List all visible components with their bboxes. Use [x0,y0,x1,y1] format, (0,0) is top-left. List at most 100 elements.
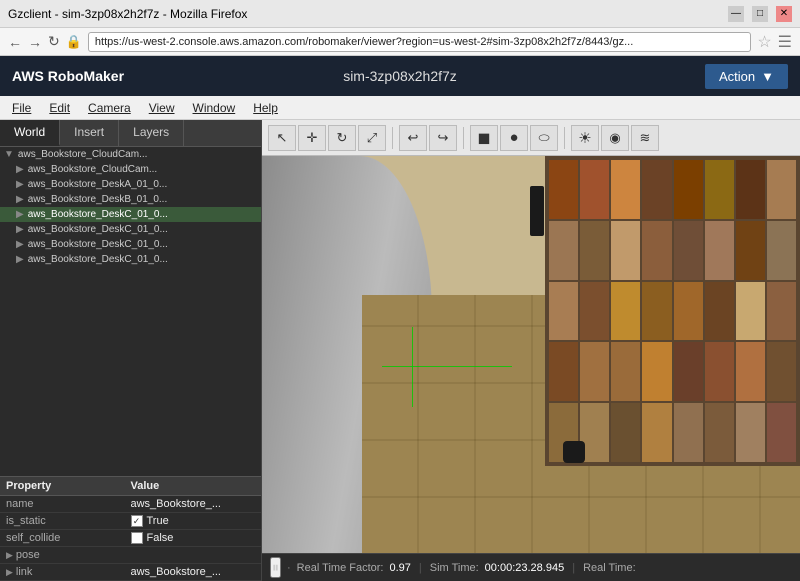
book [705,221,734,280]
x-axis-line [382,366,512,367]
rotate-tool-button[interactable]: ↻ [328,125,356,151]
separator-1 [392,127,393,149]
cube-button[interactable]: ◼ [470,125,498,151]
list-item[interactable]: ▶ aws_Bookstore_DeskC_01_0... [0,237,261,252]
book [580,282,609,341]
book [580,342,609,401]
book [642,160,671,219]
book [705,160,734,219]
book [736,403,765,462]
book [674,221,703,280]
book [642,403,671,462]
bookshelf-grid [545,156,800,466]
scene-tree: ▼ aws_Bookstore_CloudCam... ▶ aws_Bookst… [0,147,261,476]
sim-time-value: 00:00:23.28.945 [485,562,565,574]
menu-window[interactable]: Window [185,99,244,117]
back-button[interactable]: ← [8,34,22,50]
refresh-button[interactable]: ↻ [48,33,60,50]
checkbox-is-static[interactable]: ✓ [131,515,143,527]
book [580,221,609,280]
close-button[interactable]: ✕ [776,6,792,22]
menu-view[interactable]: View [141,99,183,117]
menu-help[interactable]: Help [245,99,286,117]
3d-scene[interactable] [262,156,800,553]
tab-layers[interactable]: Layers [119,120,184,146]
book [767,282,796,341]
book [611,342,640,401]
action-label: Action [719,69,755,84]
action-button[interactable]: Action ▼ [705,64,788,89]
item-label: aws_Bookstore_DeskB_01_0... [28,194,168,205]
prop-name-link[interactable]: ▶ link [6,566,131,578]
real-time-dot: · [287,562,291,574]
tab-world[interactable]: World [0,120,60,146]
redo-button[interactable]: ↪ [429,125,457,151]
window-controls[interactable]: — □ ✕ [728,6,792,22]
list-item[interactable]: ▶ aws_Bookstore_DeskB_01_0... [0,192,261,207]
status-separator-1: | [419,562,422,574]
sphere-button[interactable]: ● [500,125,528,151]
cylinder-button[interactable]: ⬭ [530,125,558,151]
forward-button[interactable]: → [28,34,42,50]
book [674,403,703,462]
scale-tool-button[interactable]: ⤢ [358,125,386,151]
checkbox-self-collide[interactable] [131,532,143,544]
book [705,282,734,341]
undo-button[interactable]: ↩ [399,125,427,151]
y-axis-line [412,327,413,407]
book [767,342,796,401]
list-item[interactable]: ▶ aws_Bookstore_DeskC_01_0... [0,252,261,267]
book [549,221,578,280]
book [549,160,578,219]
tab-insert[interactable]: Insert [60,120,119,146]
item-label: aws_Bookstore_DeskC_01_0... [28,239,168,250]
expand-icon: ▶ [16,179,24,190]
window-title: Gzclient - sim-3zp08x2h2f7z - Mozilla Fi… [8,7,728,21]
list-item[interactable]: ▼ aws_Bookstore_CloudCam... [0,147,261,162]
prop-row-pose: ▶ pose [0,547,261,564]
app-header: AWS RoboMaker sim-3zp08x2h2f7z Action ▼ [0,56,800,96]
expand-icon: ▶ [16,209,24,220]
prop-row-name: name aws_Bookstore_... [0,496,261,513]
point-light-button[interactable]: ◉ [601,125,629,151]
floor-object [563,441,585,463]
list-item[interactable]: ▶ aws_Bookstore_DeskA_01_0... [0,177,261,192]
book [767,403,796,462]
book [674,160,703,219]
toolbar: ↖ ✛ ↻ ⤢ ↩ ↪ ◼ ● ⬭ ☀ ◉ ≋ [262,120,800,156]
lock-icon: 🔒 [66,34,82,50]
prop-row-is-static: is_static ✓ True [0,513,261,530]
book [767,160,796,219]
book [642,342,671,401]
prop-name-pose[interactable]: ▶ pose [6,549,131,561]
sun-light-button[interactable]: ☀ [571,125,599,151]
menu-file[interactable]: File [4,99,39,117]
url-input[interactable] [88,32,751,52]
background-figure [530,186,544,236]
real-time-label: Real Time: [583,562,636,574]
properties-header: Property Value [0,477,261,496]
list-item[interactable]: ▶ aws_Bookstore_DeskC_01_0... [0,207,261,222]
prop-value-name: aws_Bookstore_... [131,498,256,510]
minimize-button[interactable]: — [728,6,744,22]
book [611,160,640,219]
main-content: World Insert Layers ▼ aws_Bookstore_Clou… [0,120,800,581]
menu-camera[interactable]: Camera [80,99,139,117]
status-separator-2: | [572,562,575,574]
select-tool-button[interactable]: ↖ [268,125,296,151]
list-item[interactable]: ▶ aws_Bookstore_DeskC_01_0... [0,222,261,237]
maximize-button[interactable]: □ [752,6,768,22]
pose-expand-icon: ▶ [6,550,13,561]
real-time-factor-label: Real Time Factor: [297,562,384,574]
menu-edit[interactable]: Edit [41,99,78,117]
item-label: aws_Bookstore_CloudCam... [18,149,148,160]
book [705,342,734,401]
item-label: aws_Bookstore_DeskC_01_0... [28,209,168,220]
panel-tabs: World Insert Layers [0,120,261,147]
dir-light-button[interactable]: ≋ [631,125,659,151]
item-label: aws_Bookstore_DeskC_01_0... [28,224,168,235]
translate-tool-button[interactable]: ✛ [298,125,326,151]
list-item[interactable]: ▶ aws_Bookstore_CloudCam... [0,162,261,177]
pause-button[interactable]: ⏸ [270,557,281,578]
link-expand-icon: ▶ [6,567,13,578]
